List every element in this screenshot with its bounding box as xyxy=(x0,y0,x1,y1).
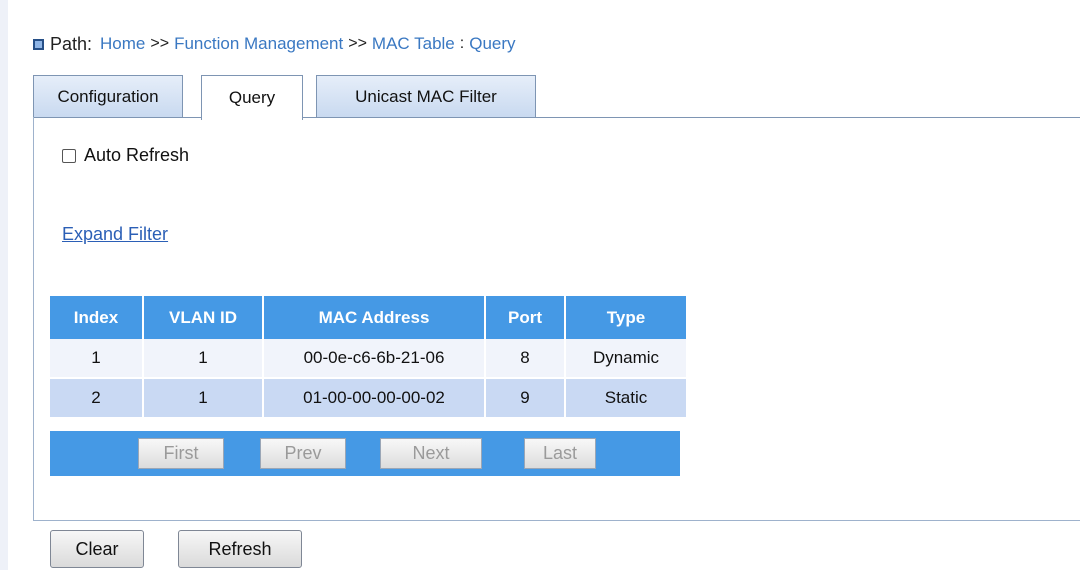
cell-vlan-id: 1 xyxy=(143,339,264,379)
cell-index: 1 xyxy=(50,339,144,379)
next-page-button[interactable]: Next xyxy=(380,438,482,469)
mac-address-table: Index VLAN ID MAC Address Port Type 1 1 … xyxy=(50,296,686,419)
path-square-icon xyxy=(33,38,44,50)
tab-unicast-mac-filter[interactable]: Unicast MAC Filter xyxy=(316,75,536,118)
cell-mac-address: 00-0e-c6-6b-21-06 xyxy=(263,339,486,379)
prev-page-button[interactable]: Prev xyxy=(260,438,346,469)
auto-refresh-option[interactable]: Auto Refresh xyxy=(62,145,189,166)
last-page-button[interactable]: Last xyxy=(524,438,596,469)
cell-port: 9 xyxy=(485,378,566,419)
cell-index: 2 xyxy=(50,378,144,419)
pagination-bar: First Prev Next Last xyxy=(50,431,680,476)
cell-port: 8 xyxy=(485,339,566,379)
table-row: 2 1 01-00-00-00-00-02 9 Static xyxy=(50,378,686,419)
tab-query[interactable]: Query xyxy=(201,75,303,120)
breadcrumb-colon: : xyxy=(459,35,465,52)
breadcrumb-separator: >> xyxy=(150,35,170,52)
cell-vlan-id: 1 xyxy=(143,378,264,419)
clear-button[interactable]: Clear xyxy=(50,530,144,568)
column-header-vlan-id: VLAN ID xyxy=(143,296,264,339)
panel-border-bottom xyxy=(33,520,1080,521)
breadcrumb-function-management[interactable]: Function Management xyxy=(174,34,343,54)
tab-configuration[interactable]: Configuration xyxy=(33,75,183,118)
auto-refresh-checkbox[interactable] xyxy=(62,148,76,163)
breadcrumb-home[interactable]: Home xyxy=(100,34,145,54)
refresh-button[interactable]: Refresh xyxy=(178,530,302,568)
panel-border-left xyxy=(33,117,34,521)
left-frame-edge xyxy=(0,0,8,570)
column-header-index: Index xyxy=(50,296,144,339)
cell-type: Dynamic xyxy=(565,339,686,379)
table-row: 1 1 00-0e-c6-6b-21-06 8 Dynamic xyxy=(50,339,686,379)
breadcrumb-mac-table[interactable]: MAC Table xyxy=(372,34,455,54)
column-header-type: Type xyxy=(565,296,686,339)
cell-type: Static xyxy=(565,378,686,419)
column-header-mac-address: MAC Address xyxy=(263,296,486,339)
auto-refresh-label: Auto Refresh xyxy=(84,145,190,165)
breadcrumb: Path: Home >> Function Management >> MAC… xyxy=(33,33,516,55)
breadcrumb-label: Path: xyxy=(50,33,93,54)
tab-divider xyxy=(33,117,1080,118)
column-header-port: Port xyxy=(485,296,566,339)
expand-filter-link[interactable]: Expand Filter xyxy=(62,224,168,245)
breadcrumb-separator: >> xyxy=(348,35,367,52)
cell-mac-address: 01-00-00-00-00-02 xyxy=(263,378,486,419)
first-page-button[interactable]: First xyxy=(138,438,224,469)
breadcrumb-current: Query xyxy=(469,34,516,53)
table-header-row: Index VLAN ID MAC Address Port Type xyxy=(50,296,686,339)
